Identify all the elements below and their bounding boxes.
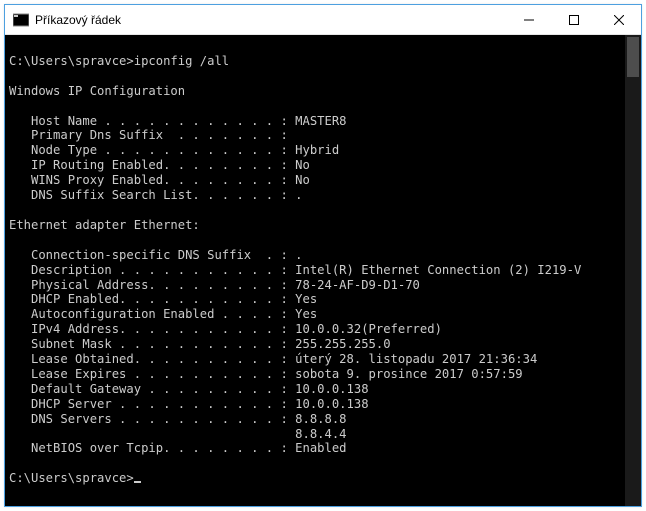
terminal-area[interactable]: C:\Users\spravce>ipconfig /all Windows I…	[5, 35, 641, 506]
maximize-button[interactable]	[551, 5, 596, 34]
scrollbar[interactable]	[625, 35, 641, 506]
cmd-icon	[13, 12, 29, 28]
close-button[interactable]	[596, 5, 641, 34]
command-prompt-window: Příkazový řádek C:\Users\spravce>ipconfi…	[4, 4, 642, 507]
minimize-button[interactable]	[506, 5, 551, 34]
scroll-thumb[interactable]	[627, 37, 639, 77]
cursor	[134, 481, 141, 483]
terminal-output[interactable]: C:\Users\spravce>ipconfig /all Windows I…	[5, 35, 641, 506]
window-title: Příkazový řádek	[35, 13, 506, 27]
titlebar[interactable]: Příkazový řádek	[5, 5, 641, 35]
window-controls	[506, 5, 641, 34]
